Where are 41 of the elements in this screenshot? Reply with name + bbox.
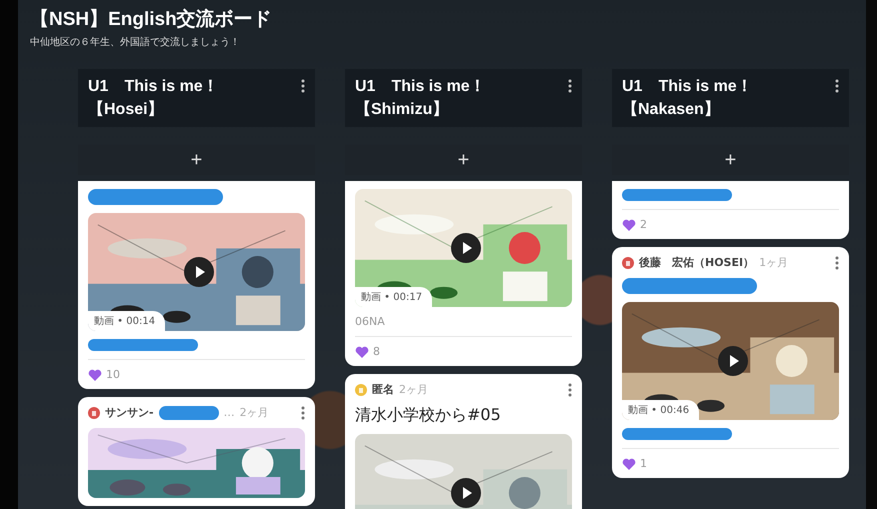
post-time: 1ヶ月 — [759, 255, 788, 270]
board-subtitle: 中仙地区の６年生、外国語で交流しましょう！ — [30, 36, 241, 49]
column-title: 【Nakasen】 — [622, 99, 721, 120]
more-icon[interactable] — [301, 79, 305, 93]
video-duration: 動画 • 00:46 — [622, 400, 700, 420]
heart-icon[interactable] — [355, 346, 369, 358]
heart-icon[interactable] — [88, 368, 102, 380]
post-title: 清水小学校から#05 — [355, 405, 502, 426]
like-count: 8 — [373, 345, 380, 358]
more-icon[interactable] — [568, 382, 572, 396]
like-count: 10 — [106, 368, 120, 381]
column-title: 【Hosei】 — [88, 99, 165, 120]
author-name: 匿名 — [372, 382, 394, 397]
more-icon[interactable] — [301, 406, 305, 420]
post-time: 2ヶ月 — [240, 405, 269, 420]
play-button[interactable] — [451, 478, 481, 508]
play-button[interactable] — [184, 257, 214, 287]
post-caption: 06NA — [355, 315, 386, 328]
column-title: U1 This is me！ — [355, 77, 486, 97]
column-title: 【Shimizu】 — [355, 99, 450, 120]
video-duration: 動画 • 00:14 — [88, 311, 166, 331]
more-icon[interactable] — [835, 79, 839, 93]
post-time: 2ヶ月 — [399, 382, 428, 397]
more-icon[interactable] — [835, 256, 839, 270]
column-title: U1 This is me！ — [622, 77, 753, 97]
more-icon[interactable] — [568, 79, 572, 93]
play-button[interactable] — [451, 233, 481, 263]
column-title: U1 This is me！ — [88, 77, 219, 97]
like-count: 2 — [640, 218, 647, 231]
play-button[interactable] — [718, 346, 748, 376]
like-count: 1 — [640, 457, 647, 470]
board-title: 【NSH】English交流ボード — [30, 8, 273, 32]
avatar-icon — [88, 406, 100, 418]
video-duration: 動画 • 00:17 — [355, 287, 432, 307]
avatar-icon — [622, 256, 634, 268]
author-name: サンサン- — [105, 405, 154, 420]
avatar-icon — [355, 384, 367, 396]
author-name: 後藤 宏佑（HOSEI） — [639, 255, 754, 270]
author-ellipsis: … — [224, 406, 235, 419]
heart-icon[interactable] — [622, 458, 636, 470]
heart-icon[interactable] — [622, 218, 636, 230]
